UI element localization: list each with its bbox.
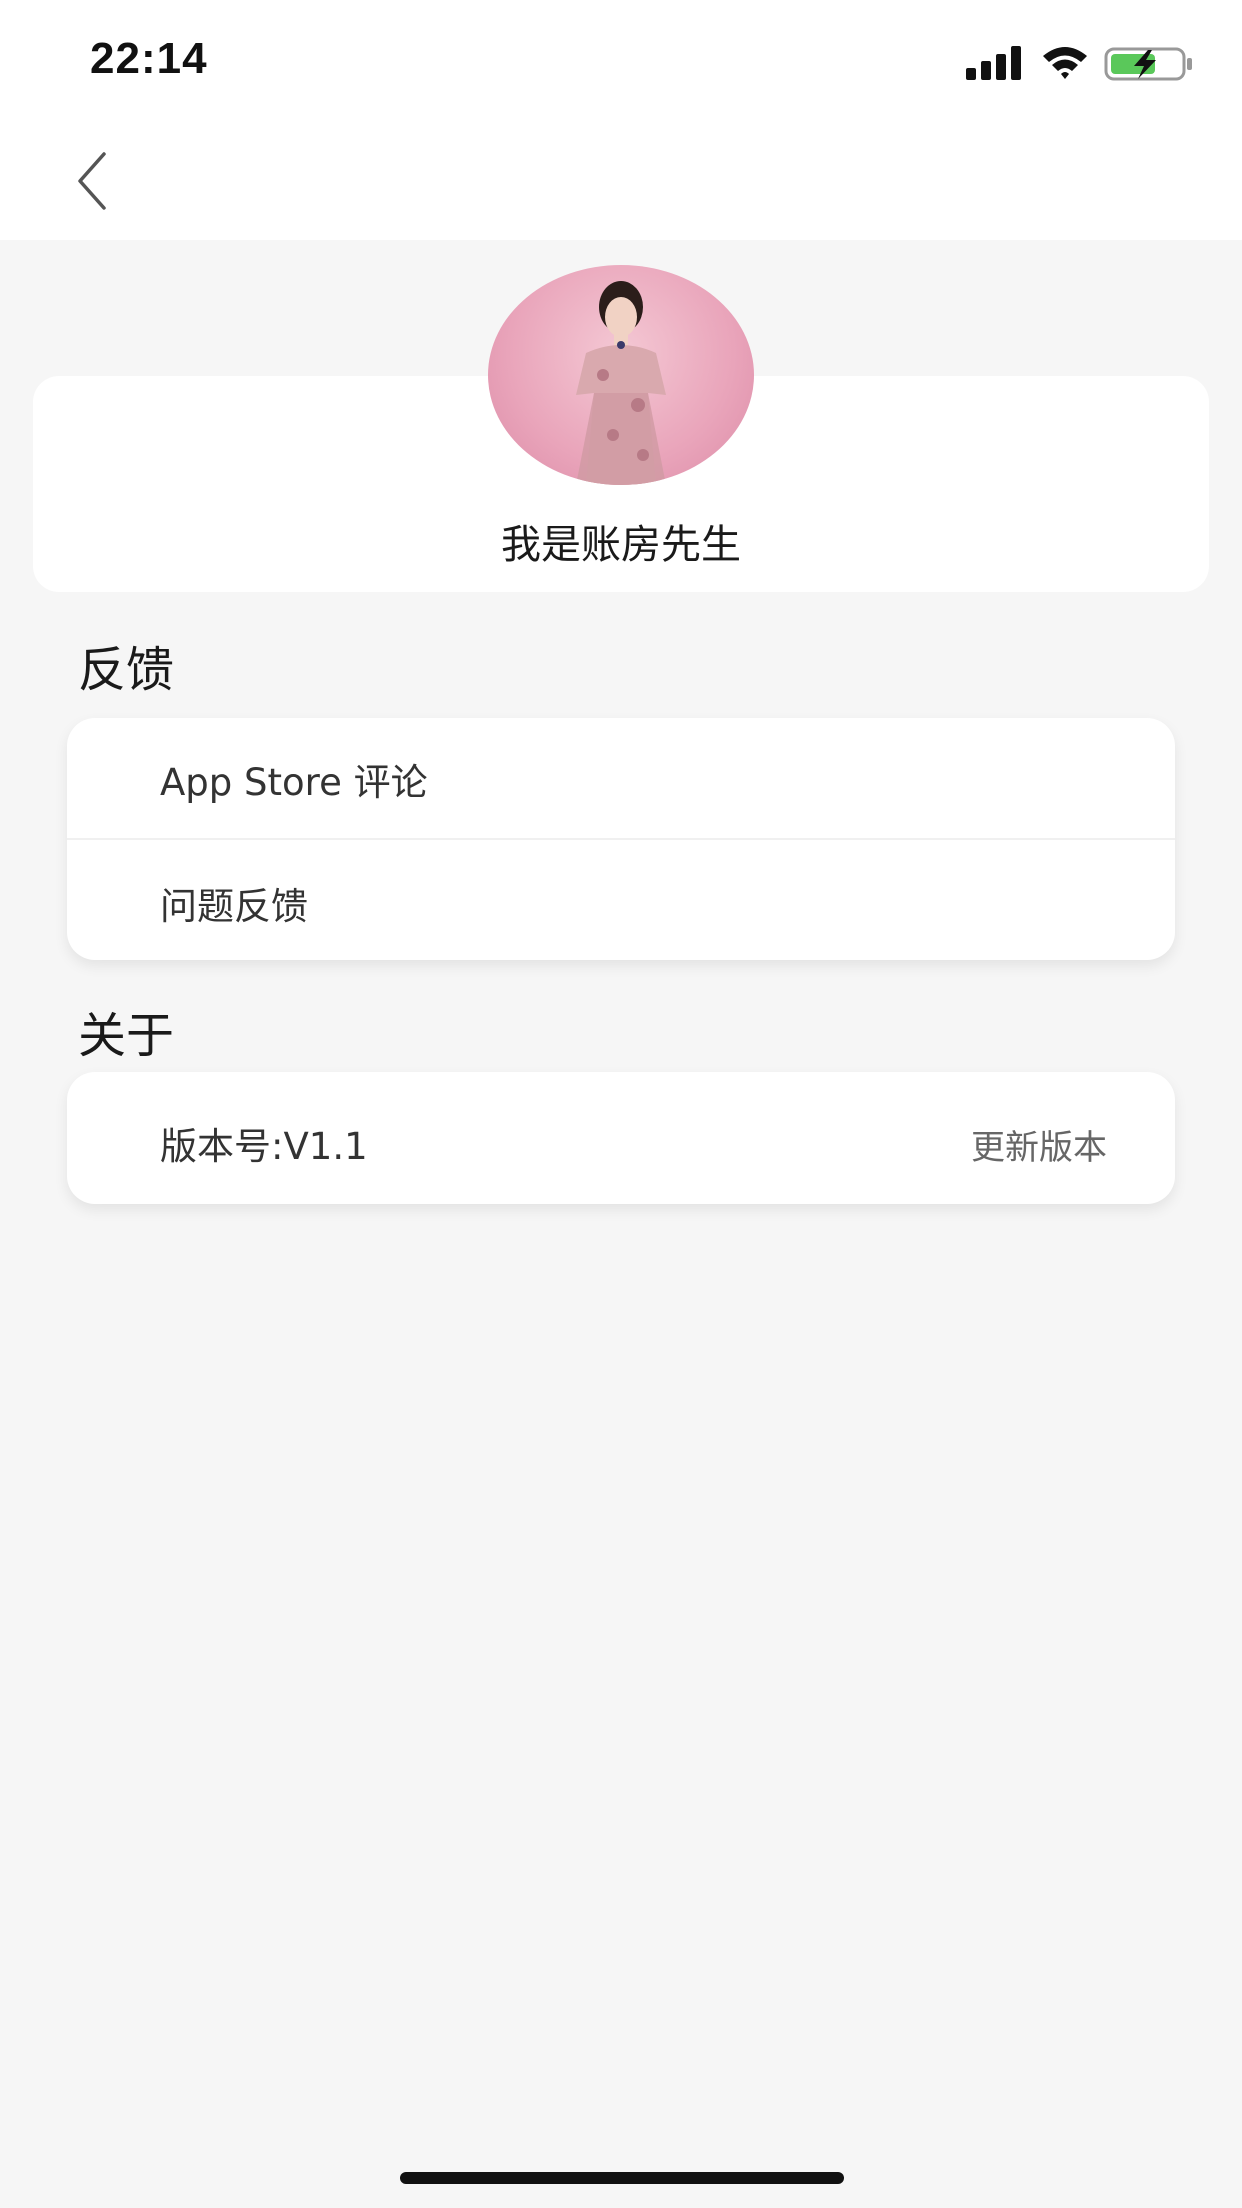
wifi-icon bbox=[1043, 47, 1087, 79]
status-icons bbox=[964, 44, 1194, 84]
feedback-card: App Store 评论 问题反馈 bbox=[67, 718, 1175, 960]
back-button[interactable] bbox=[64, 146, 124, 216]
battery-charging-icon bbox=[1104, 47, 1192, 81]
section-title-about: 关于 bbox=[78, 1008, 175, 1064]
list-item-problem-feedback[interactable]: 问题反馈 bbox=[67, 840, 1175, 960]
list-item-label: 问题反馈 bbox=[160, 885, 308, 928]
chevron-left-icon bbox=[78, 152, 106, 210]
section-title-feedback: 反馈 bbox=[78, 642, 175, 698]
signal-icon bbox=[966, 46, 1021, 80]
user-photo bbox=[576, 281, 666, 485]
about-card: 版本号:V1.1 更新版本 bbox=[67, 1072, 1175, 1204]
list-item-label: App Store 评论 bbox=[160, 761, 428, 804]
update-version-button[interactable]: 更新版本 bbox=[971, 1120, 1107, 1169]
list-item-app-store-review[interactable]: App Store 评论 bbox=[67, 718, 1175, 840]
nav-bar bbox=[0, 120, 1242, 240]
avatar[interactable] bbox=[488, 265, 754, 485]
version-label: 版本号:V1.1 bbox=[160, 1125, 368, 1168]
list-item-version: 版本号:V1.1 更新版本 bbox=[67, 1072, 1175, 1204]
status-bar: 22:14 bbox=[0, 0, 1242, 120]
status-time: 22:14 bbox=[90, 34, 208, 83]
profile-name: 我是账房先生 bbox=[501, 522, 741, 568]
home-indicator bbox=[400, 2172, 844, 2184]
